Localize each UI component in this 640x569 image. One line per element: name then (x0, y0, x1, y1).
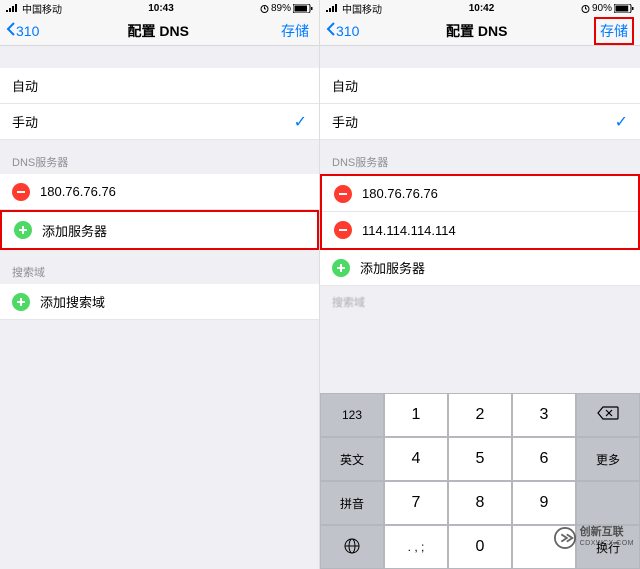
remove-icon[interactable] (12, 183, 30, 201)
save-button[interactable]: 存储 (594, 17, 634, 45)
watermark: 创新互联 CDXWCX.COM (554, 527, 634, 549)
clock-label: 10:42 (469, 3, 495, 14)
mode-manual[interactable]: 手动 ✓ (0, 104, 319, 140)
remove-icon[interactable] (334, 221, 352, 239)
watermark-brand: 创新互联 (580, 527, 634, 538)
key-9[interactable]: 9 (512, 481, 576, 525)
add-server-row[interactable]: 添加服务器 (320, 250, 640, 286)
save-button[interactable]: 存储 (277, 19, 313, 43)
add-search-row[interactable]: 添加搜索域 (0, 284, 319, 320)
signal-icon (6, 4, 18, 12)
dns-section-header: DNS服务器 (320, 140, 640, 174)
backspace-icon (597, 406, 619, 425)
key-pinyin[interactable]: 拼音 (320, 481, 384, 525)
watermark-sub: CDXWCX.COM (580, 538, 634, 549)
dns-server-value: 180.76.76.76 (362, 186, 438, 201)
add-search-label: 添加搜索域 (40, 292, 105, 311)
key-5[interactable]: 5 (448, 437, 512, 481)
key-6[interactable]: 6 (512, 437, 576, 481)
nav-bar: 310 配置 DNS 存储 (0, 16, 319, 46)
signal-icon (326, 4, 338, 12)
chevron-left-icon (326, 21, 336, 40)
key-7[interactable]: 7 (384, 481, 448, 525)
checkmark-icon: ✓ (294, 112, 307, 132)
key-1[interactable]: 1 (384, 393, 448, 437)
screen-left: 中国移动 10:43 89% 310 配置 DNS 存储 自动 手动 ✓ DNS… (0, 0, 320, 569)
back-label: 310 (16, 23, 39, 39)
key-backspace[interactable] (576, 393, 640, 437)
key-2[interactable]: 2 (448, 393, 512, 437)
alarm-icon (260, 4, 269, 13)
dns-server-row[interactable]: 180.76.76.76 (0, 174, 319, 210)
add-icon[interactable] (12, 293, 30, 311)
add-server-label: 添加服务器 (360, 258, 425, 277)
chevron-left-icon (6, 21, 16, 40)
globe-icon (343, 537, 361, 558)
dns-server-row[interactable]: 180.76.76.76 (322, 176, 638, 212)
search-section-header-cut: 搜索域 (320, 286, 640, 312)
page-title: 配置 DNS (446, 21, 507, 41)
add-server-label: 添加服务器 (42, 221, 107, 240)
key-symbols[interactable]: . , ; (384, 525, 448, 569)
remove-icon[interactable] (334, 185, 352, 203)
page-title: 配置 DNS (127, 21, 188, 41)
dns-server-value: 180.76.76.76 (40, 184, 116, 199)
key-enter[interactable] (576, 481, 640, 525)
key-english[interactable]: 英文 (320, 437, 384, 481)
battery-percent: 89% (271, 3, 291, 14)
dns-server-value: 114.114.114.114 (362, 223, 456, 238)
key-8[interactable]: 8 (448, 481, 512, 525)
add-server-row[interactable]: 添加服务器 (2, 212, 317, 248)
mode-auto[interactable]: 自动 (0, 68, 319, 104)
screen-right: 中国移动 10:42 90% 310 配置 DNS 存储 自动 手动 ✓ DNS… (320, 0, 640, 569)
status-bar: 中国移动 10:42 90% (320, 0, 640, 16)
back-button[interactable]: 310 (326, 21, 359, 40)
nav-bar: 310 配置 DNS 存储 (320, 16, 640, 46)
key-0[interactable]: 0 (448, 525, 512, 569)
key-globe[interactable] (320, 525, 384, 569)
checkmark-icon: ✓ (615, 112, 628, 132)
back-label: 310 (336, 23, 359, 39)
mode-manual[interactable]: 手动 ✓ (320, 104, 640, 140)
dns-section-header: DNS服务器 (0, 140, 319, 174)
carrier-label: 中国移动 (22, 1, 62, 16)
key-123[interactable]: 123 (320, 393, 384, 437)
battery-percent: 90% (592, 3, 612, 14)
key-3[interactable]: 3 (512, 393, 576, 437)
clock-label: 10:43 (148, 3, 174, 14)
search-section-header: 搜索域 (0, 250, 319, 284)
carrier-label: 中国移动 (342, 1, 382, 16)
key-4[interactable]: 4 (384, 437, 448, 481)
key-more[interactable]: 更多 (576, 437, 640, 481)
add-icon[interactable] (332, 259, 350, 277)
add-icon[interactable] (14, 221, 32, 239)
alarm-icon (581, 4, 590, 13)
mode-auto[interactable]: 自动 (320, 68, 640, 104)
dns-server-row[interactable]: 114.114.114.114 (322, 212, 638, 248)
battery-icon (614, 4, 634, 13)
status-bar: 中国移动 10:43 89% (0, 0, 319, 16)
watermark-logo-icon (554, 527, 576, 549)
battery-icon (293, 4, 313, 13)
back-button[interactable]: 310 (6, 21, 39, 40)
